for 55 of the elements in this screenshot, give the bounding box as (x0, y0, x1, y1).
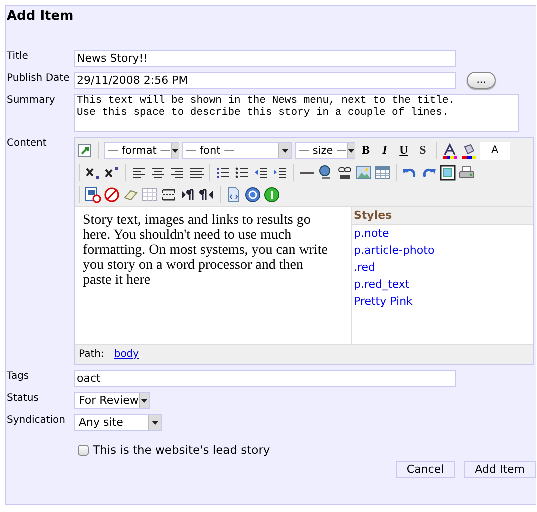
status-dropdown[interactable]: For Review (74, 392, 150, 409)
style-item[interactable]: p.red_text (352, 276, 533, 293)
styles-header: Styles (352, 207, 533, 225)
dropdown-arrow-icon (140, 398, 148, 402)
editor-text[interactable]: Story text, images and links to results go here. You shouldn't need to use much formatting. On most systems, you can write you story on a word processor and then paste it here (75, 207, 351, 344)
dropdown[interactable]: — size — (295, 142, 355, 159)
field-label: Publish Date (7, 72, 71, 84)
dropdown-arrow-icon (172, 148, 179, 152)
field-label: Status (7, 392, 40, 404)
toolbar-button[interactable]: S (415, 143, 431, 158)
form-heading: Add Item (7, 9, 75, 24)
checkbox[interactable] (78, 444, 89, 456)
toolbar-button[interactable]: B (358, 143, 374, 158)
printer-icon[interactable] (459, 164, 475, 180)
add-item-button[interactable]: Add Item (464, 461, 536, 478)
row-lines-icon[interactable] (161, 186, 177, 202)
dropdown-arrow-icon (348, 148, 356, 152)
chain-link-icon[interactable] (337, 164, 353, 180)
left-to-right-icon[interactable] (180, 186, 196, 202)
style-item[interactable]: p.article-photo (352, 242, 533, 259)
field-label: Syndication (7, 414, 67, 426)
field-label: Content (7, 137, 48, 149)
dropdown-arrow-icon (282, 148, 288, 152)
path-label: Path: (79, 349, 104, 360)
insert-link-icon[interactable] (77, 142, 93, 158)
highlight-color-icon[interactable] (461, 142, 477, 158)
info-icon[interactable] (264, 186, 280, 202)
text-color-icon[interactable] (442, 142, 458, 158)
style-item[interactable]: p.note (352, 225, 533, 242)
field-label: Tags (7, 370, 30, 382)
toolbar-button[interactable]: I (377, 143, 393, 158)
toolbar-button[interactable]: U (396, 143, 412, 158)
syndication-dropdown[interactable]: Any site (74, 414, 162, 431)
source-code-icon[interactable] (226, 186, 242, 202)
field-label: Title (7, 50, 30, 62)
checkbox-label: This is the website's lead story (93, 443, 270, 457)
color-swatch[interactable]: A (480, 142, 510, 160)
dropdown[interactable]: — font — (182, 142, 292, 159)
dropdown-arrow-icon (152, 420, 158, 424)
remove-font-icon[interactable] (104, 186, 120, 202)
path-link[interactable]: body (114, 349, 140, 360)
title-field[interactable]: News Story!! (74, 50, 456, 67)
tags-field[interactable]: oact (74, 370, 456, 387)
style-item[interactable]: .red (352, 259, 533, 276)
table-icon[interactable] (375, 164, 391, 180)
field-label: Summary (7, 94, 56, 106)
fullscreen-icon[interactable] (440, 164, 456, 180)
summary-field[interactable]: This text will be shown in the News menu, next to the title. Use this space to describe this story in a couple of lines. (74, 94, 519, 132)
style-item[interactable]: Pretty Pink (352, 293, 533, 310)
date-field[interactable]: 29/11/2008 2:56 PM (74, 72, 456, 89)
superscript-icon[interactable] (104, 164, 120, 180)
right-to-left-icon[interactable] (199, 186, 215, 202)
dropdown[interactable]: — format — (104, 142, 179, 159)
date-picker-button[interactable]: ... (467, 72, 496, 89)
cancel-button[interactable]: Cancel (396, 461, 456, 478)
